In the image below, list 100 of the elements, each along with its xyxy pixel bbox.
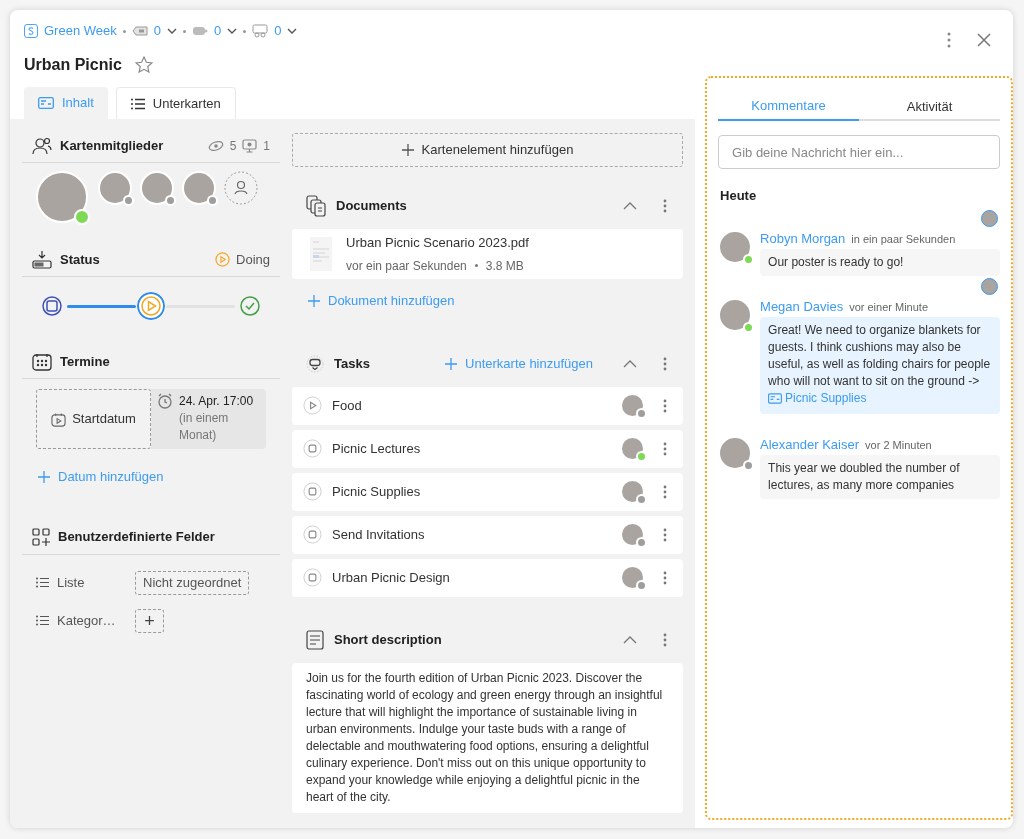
field-label: Liste [57,573,86,592]
monitor-icon [242,138,258,153]
comment-text: Great! We need to organize blankets for guests. I think cushions may also be useful, as well as folding chairs for people who will not want to sit on the ground -> Picnic Supplies [760,316,1000,414]
task-name: Picnic Supplies [332,482,422,501]
documents-icon [306,195,326,217]
chevron-down-icon[interactable] [227,28,238,34]
add-member-icon[interactable] [224,171,258,205]
task-row[interactable]: Urban Picnic Design [292,558,683,597]
plus-icon [401,144,414,156]
more-icon[interactable] [663,356,667,371]
more-icon[interactable] [663,632,667,647]
todo-status-icon[interactable] [303,482,322,501]
document-text-icon [306,629,324,650]
field-label: Kategor… [57,611,117,630]
comment-text: Our poster is ready to go! [760,248,1000,276]
todo-status-icon[interactable] [303,525,322,544]
chevron-down-icon[interactable] [287,28,298,34]
avatar [36,171,88,223]
progress-icon [32,249,52,270]
todo-status-icon[interactable] [303,439,322,458]
alarm-clock-icon [157,393,173,409]
section-title: Kartenmitglieder [60,136,165,155]
more-icon[interactable] [663,484,667,499]
more-icon[interactable] [663,398,667,413]
close-icon[interactable] [977,33,991,47]
play-circle-icon [215,252,231,267]
add-element-button[interactable]: Kartenelement hinzufügen [292,133,683,167]
collapse-chevron-icon[interactable] [623,202,637,210]
tab[interactable]: Unterkarten [115,87,236,119]
list-icon [36,615,49,626]
comment-author[interactable]: Alexander Kaiser [760,434,860,454]
task-row[interactable]: Food [292,386,683,425]
description-text: Join us for the fourth edition of Urban Picnic 2023. Discover the fascinating world of ecology and green energy through an insightful lecture that will highlight the importance of sustainable living in urban environments. Indulge your taste buds with a range of delectable and mouthwatering food options, ensuring a delightful culinary experience. Don't miss out on this unique opportunity to expand your knowledge while enjoying a delightful picnic in the heart of the city. [292,662,683,813]
add-field-value-button[interactable]: + [135,608,164,633]
counter[interactable]: 0 [274,21,282,41]
tab[interactable]: Inhalt [24,87,108,119]
field-value-button[interactable]: Nicht zugeordnet [135,570,250,595]
star-icon[interactable] [133,55,154,75]
card-icon [768,392,783,404]
more-icon[interactable] [663,441,667,456]
tab[interactable]: Kommentare [718,92,860,121]
fields-icon [32,528,50,546]
tag-icon [131,26,148,36]
section-title: Documents [336,197,408,216]
play-status-icon[interactable] [303,396,322,415]
calendar-play-icon [51,411,67,427]
section-title: Status [60,250,101,269]
card-link[interactable]: Picnic Supplies [768,389,867,407]
message-input[interactable]: Gib deine Nachricht hier ein... [718,135,1000,169]
avatar [620,522,645,547]
add-document-link[interactable]: Dokument hinzufügen [308,291,683,311]
collapse-chevron-icon[interactable] [623,635,637,644]
plus-icon [445,357,458,370]
task-row[interactable]: Send Invitations [292,515,683,554]
robot-icon [306,354,324,373]
chevron-down-icon[interactable] [167,28,177,34]
add-date-link[interactable]: Datum hinzufügen [38,467,264,487]
more-icon[interactable] [663,199,667,213]
comment-author[interactable]: Megan Davies [760,296,844,316]
task-row[interactable]: Picnic Supplies [292,472,683,511]
doing-step-icon[interactable] [137,292,165,320]
eye-icon [207,139,224,152]
separator-dot [183,29,186,33]
more-icon[interactable] [663,570,667,585]
people-icon [32,136,52,155]
task-name: Urban Picnic Design [332,568,451,587]
calendar-icon [32,352,52,371]
section-title: Tasks [334,354,371,373]
tab[interactable]: Aktivität [859,92,1000,121]
separator-dot [474,264,478,268]
collapse-chevron-icon[interactable] [623,359,637,368]
status-track-segment [67,305,136,308]
day-heading: Heute [720,187,758,205]
card-icon [38,97,54,109]
list-icon [36,577,49,588]
plus-icon [308,294,320,307]
task-name: Picnic Lectures [332,439,422,458]
counter[interactable]: 0 [214,21,222,41]
avatar [182,171,216,205]
viewer-count: 1 [263,137,270,155]
avatar [620,393,645,418]
comment-time: vor 2 Minuten [865,437,932,453]
counter[interactable]: 0 [153,21,161,41]
more-icon[interactable] [663,527,667,542]
section-title: Termine [60,352,111,371]
file-thumbnail-icon [310,237,332,271]
todo-status-icon[interactable] [303,568,322,587]
avatar [140,171,174,205]
more-icon[interactable] [947,32,951,48]
task-name: Send Invitations [332,525,426,544]
file-time: vor ein paar Sekunden [346,257,467,275]
document-card[interactable]: Urban Picnic Scenario 2023.pdf vor ein paar Sekunden 3.8 MB [292,229,683,279]
card-title: Urban Picnic [24,55,122,75]
board-link[interactable]: Green Week [44,21,117,41]
task-row[interactable]: Picnic Lectures [292,429,683,468]
file-name: Urban Picnic Scenario 2023.pdf [346,234,529,253]
comment-author[interactable]: Robyn Morgan [760,228,846,248]
relative-date: (in einem Monat) [179,410,230,444]
add-subcard-link[interactable]: Unterkarte hinzufügen [445,353,593,374]
task-name: Food [332,396,363,415]
